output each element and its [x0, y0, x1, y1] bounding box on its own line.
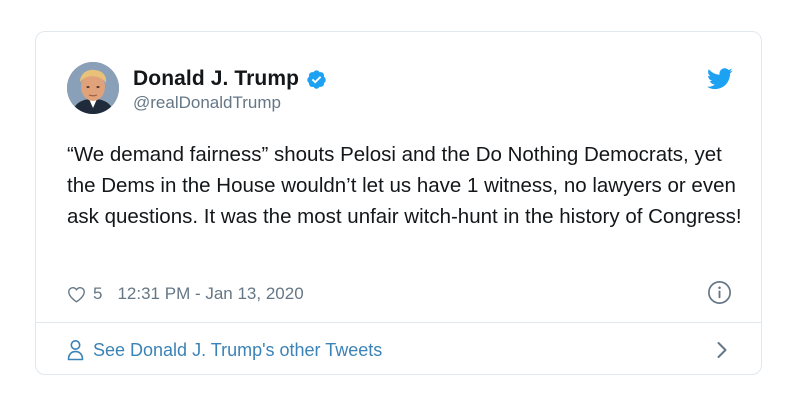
tweet-timestamp[interactable]: 12:31 PM - Jan 13, 2020	[117, 284, 303, 304]
tweet-text: “We demand fairness” shouts Pelosi and t…	[67, 143, 742, 228]
see-other-tweets-label[interactable]: See Donald J. Trump's other Tweets	[93, 340, 382, 361]
tweet-card: Donald J. Trump @realDonaldTrump “We dem…	[35, 31, 762, 375]
author-handle[interactable]: @realDonaldTrump	[133, 93, 281, 113]
heart-icon[interactable]	[67, 286, 86, 303]
see-other-tweets-link[interactable]: See Donald J. Trump's other Tweets	[67, 337, 382, 363]
author-name-row[interactable]: Donald J. Trump	[133, 67, 327, 91]
verified-badge-icon	[307, 69, 326, 89]
chevron-right-icon[interactable]	[716, 341, 728, 359]
twitter-bird-icon[interactable]	[707, 68, 733, 90]
person-icon	[67, 340, 84, 361]
avatar[interactable]	[67, 62, 119, 114]
footer-divider	[36, 322, 761, 323]
author-display-name[interactable]: Donald J. Trump	[133, 67, 299, 91]
info-icon[interactable]	[707, 280, 732, 305]
profile-photo-icon	[67, 62, 119, 114]
tweet-meta-row: 5 12:31 PM - Jan 13, 2020	[67, 282, 304, 306]
like-count[interactable]: 5	[93, 284, 102, 304]
